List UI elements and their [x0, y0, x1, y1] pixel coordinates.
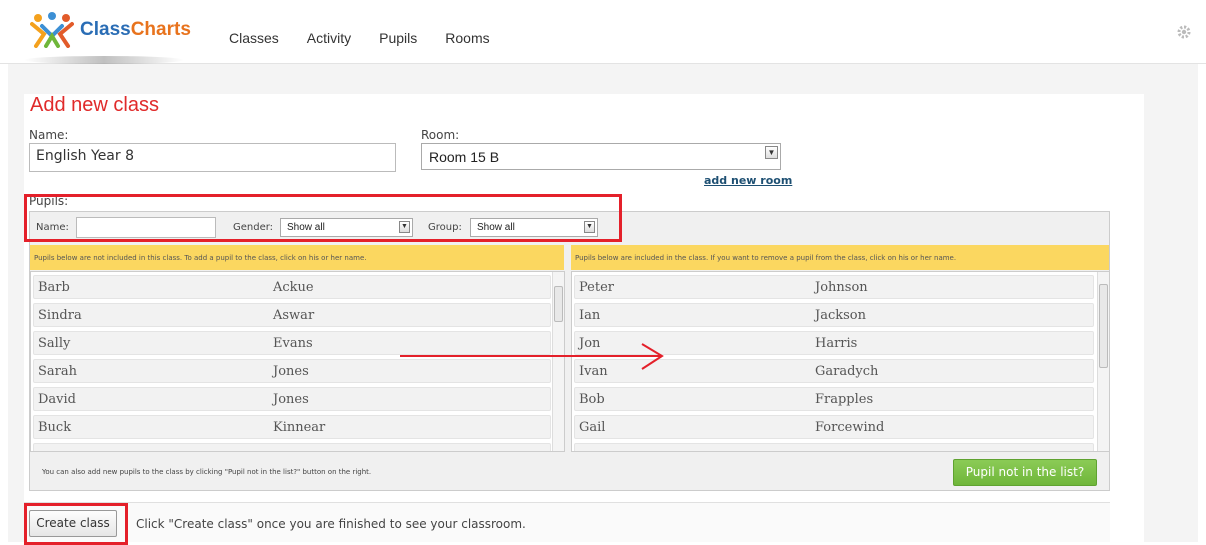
list-item[interactable]: Sindra Aswar: [33, 303, 551, 327]
create-class-note: Click "Create class" once you are finish…: [136, 517, 526, 531]
chevron-down-icon: ▼: [765, 146, 778, 159]
arrow-right-icon: [400, 343, 664, 370]
pupil-first-name: Sally: [38, 336, 71, 351]
filter-group-label: Group:: [428, 222, 462, 233]
pupil-first-name: Peter: [579, 280, 614, 295]
pupil-first-name: Sindra: [38, 308, 82, 323]
left-notice: Pupils below are not included in this cl…: [30, 245, 564, 270]
pupil-not-in-list-button[interactable]: Pupil not in the list?: [953, 459, 1097, 486]
right-scrollbar[interactable]: [1097, 272, 1109, 451]
pupil-last-name: Aswar: [273, 308, 315, 323]
group-select[interactable]: Show all ▼: [470, 218, 598, 237]
list-item[interactable]: David Jones: [33, 387, 551, 411]
logo-swoosh: [24, 56, 184, 64]
pupil-first-name: Ian: [579, 308, 601, 323]
classcharts-logo[interactable]: ClassCharts: [30, 12, 191, 48]
nav-pupils[interactable]: Pupils: [379, 30, 417, 46]
room-select[interactable]: Room 15 B ▼: [421, 143, 781, 170]
filter-name-label: Name:: [36, 222, 69, 233]
pupil-last-name: Jones: [273, 392, 309, 407]
filter-name-input[interactable]: [76, 217, 216, 238]
pupil-last-name: Forcewind: [815, 420, 885, 435]
group-select-value: Show all: [477, 222, 515, 233]
gear-icon[interactable]: [1176, 24, 1192, 45]
pupil-last-name: Ackue: [273, 280, 314, 295]
logo-text-charts: Charts: [130, 19, 191, 40]
title-bar: [24, 94, 1144, 116]
list-item[interactable]: Peter Johnson: [574, 275, 1094, 299]
pupil-last-name: Evans: [273, 336, 313, 351]
pupil-last-name: Harris: [815, 336, 858, 351]
pupil-last-name: Jackson: [815, 308, 866, 323]
name-label: Name:: [29, 128, 69, 142]
nav-rooms[interactable]: Rooms: [445, 30, 489, 46]
pupil-first-name: Bob: [579, 392, 605, 407]
page-title: Add new class: [30, 94, 159, 116]
list-item[interactable]: Barb Ackue: [33, 275, 551, 299]
pupil-last-name: Kinnear: [273, 420, 326, 435]
scrollbar-thumb[interactable]: [554, 286, 563, 322]
pupil-first-name: Barb: [38, 280, 70, 295]
gender-select[interactable]: Show all ▼: [280, 218, 413, 237]
scrollbar-thumb[interactable]: [1099, 284, 1108, 368]
list-item-partial[interactable]: [33, 443, 551, 451]
pupil-first-name: Buck: [38, 420, 72, 435]
class-name-input[interactable]: English Year 8: [29, 143, 396, 172]
logo-text-class: Class: [80, 19, 131, 40]
add-new-room-link[interactable]: add new room: [704, 174, 792, 187]
logo-text: ClassCharts: [80, 19, 191, 41]
list-item[interactable]: Bob Frapples: [574, 387, 1094, 411]
room-select-value: Room 15 B: [429, 149, 500, 165]
chevron-down-icon: ▼: [584, 221, 595, 233]
list-item-partial[interactable]: [574, 443, 1094, 451]
list-item[interactable]: Ian Jackson: [574, 303, 1094, 327]
filter-gender-label: Gender:: [233, 222, 274, 233]
chevron-down-icon: ▼: [399, 221, 410, 233]
nav-classes[interactable]: Classes: [229, 30, 279, 46]
pupil-last-name: Jones: [273, 364, 309, 379]
pupil-last-name: Johnson: [815, 280, 868, 295]
right-notice: Pupils below are included in the class. …: [571, 245, 1109, 270]
pupil-first-name: Sarah: [38, 364, 77, 379]
pupil-first-name: David: [38, 392, 76, 407]
nav-activity[interactable]: Activity: [307, 30, 351, 46]
list-item[interactable]: Gail Forcewind: [574, 415, 1094, 439]
room-label: Room:: [421, 128, 460, 142]
create-class-button[interactable]: Create class: [29, 510, 117, 537]
top-bar: ClassCharts Classes Activity Pupils Room…: [0, 0, 1206, 64]
pupil-last-name: Frapples: [815, 392, 874, 407]
pupil-last-name: Garadych: [815, 364, 879, 379]
gender-select-value: Show all: [287, 222, 325, 233]
pupil-first-name: Gail: [579, 420, 606, 435]
pupils-label: Pupils:: [29, 194, 69, 208]
add-pupil-note: You can also add new pupils to the class…: [42, 468, 372, 476]
people-logo-icon: [30, 12, 74, 48]
list-item[interactable]: Buck Kinnear: [33, 415, 551, 439]
main-nav: Classes Activity Pupils Rooms: [229, 30, 518, 46]
